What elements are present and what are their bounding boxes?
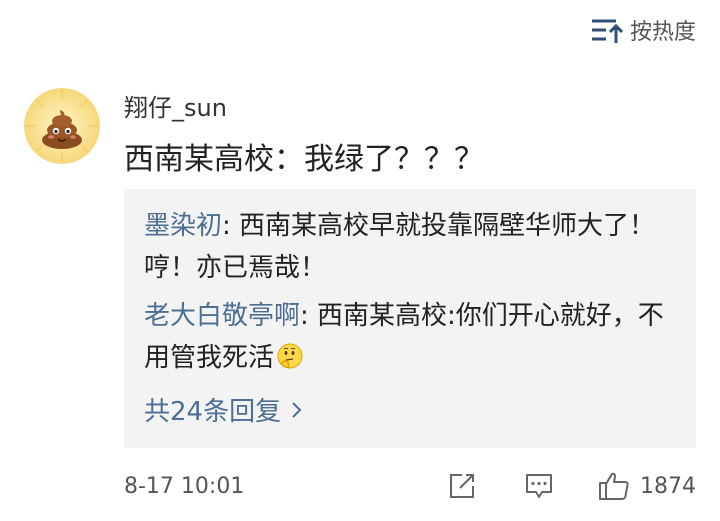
- thumbs-up-icon: [598, 471, 630, 501]
- comment-footer: 8-17 10:01 1874: [124, 466, 696, 506]
- reply-button[interactable]: [524, 472, 554, 500]
- share-button[interactable]: [448, 472, 476, 500]
- replies-panel[interactable]: 墨染初: 西南某高校早就投靠隔壁华师大了！哼！亦已焉哉！ 老大白敬亭啊: 西南某…: [124, 189, 696, 448]
- poop-emoji-avatar: [24, 88, 100, 164]
- share-edit-icon: [448, 472, 476, 500]
- comment-timestamp: 8-17 10:01: [124, 473, 245, 499]
- thinking-face-emoji: [276, 341, 304, 383]
- comment-actions: 1874: [448, 471, 696, 501]
- comment-bubble-icon: [524, 472, 554, 500]
- reply-author[interactable]: 老大白敬亭啊: [144, 301, 300, 331]
- comment-page: 按热度 翔仔_sun 西南某高校：我绿了？？？ 墨染初: 西南某高校早就投靠隔壁…: [0, 0, 720, 521]
- comment-text: 西南某高校：我绿了？？？: [124, 142, 484, 177]
- like-button[interactable]: 1874: [598, 471, 696, 501]
- comment-username[interactable]: 翔仔_sun: [124, 88, 227, 123]
- like-count: 1874: [640, 473, 696, 499]
- reply-item[interactable]: 老大白敬亭啊: 西南某高校:你们开心就好，不用管我死活: [144, 295, 676, 383]
- avatar[interactable]: [24, 88, 100, 164]
- view-all-replies-link[interactable]: 共24条回复: [144, 391, 303, 433]
- reply-author[interactable]: 墨染初: [144, 211, 222, 241]
- more-replies-label: 共24条回复: [144, 397, 282, 427]
- sort-by-popularity-button[interactable]: 按热度: [590, 14, 696, 46]
- sort-lines-up-arrow-icon: [590, 16, 624, 44]
- chevron-right-icon: [291, 391, 303, 433]
- reply-item[interactable]: 墨染初: 西南某高校早就投靠隔壁华师大了！哼！亦已焉哉！: [144, 205, 676, 289]
- sort-label: 按热度: [629, 20, 696, 45]
